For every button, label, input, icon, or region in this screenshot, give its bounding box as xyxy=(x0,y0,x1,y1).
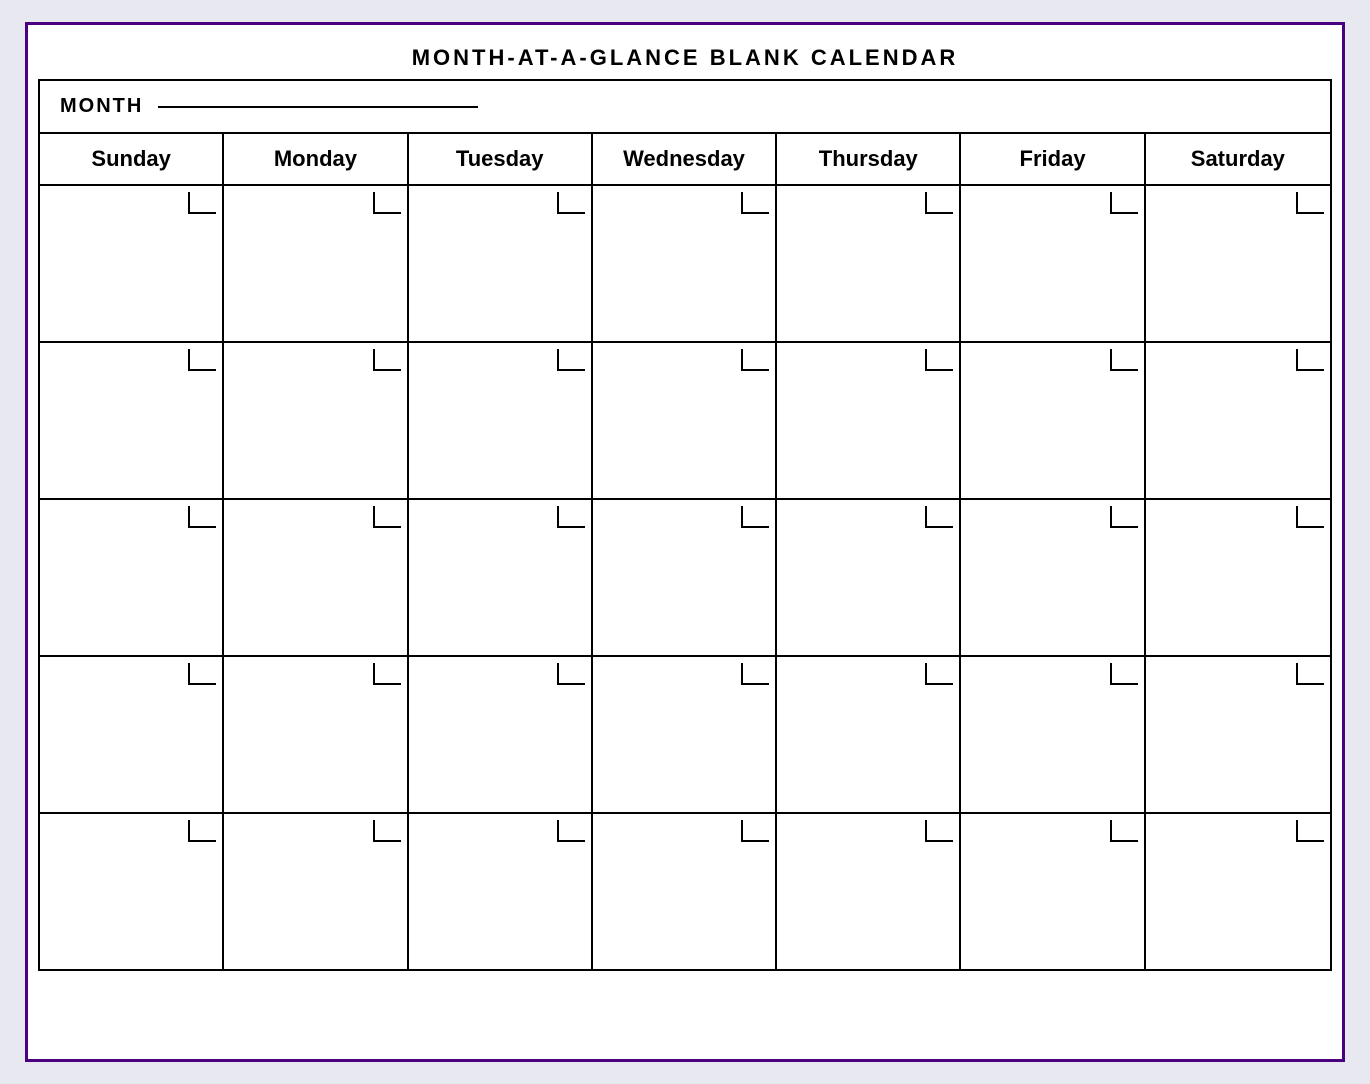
cell-3-5[interactable] xyxy=(777,500,961,655)
cell-2-6[interactable] xyxy=(961,343,1145,498)
cell-4-4[interactable] xyxy=(593,657,777,812)
date-corner xyxy=(557,506,585,528)
date-corner xyxy=(188,349,216,371)
cell-2-4[interactable] xyxy=(593,343,777,498)
calendar-row-5 xyxy=(40,814,1330,969)
date-corner xyxy=(925,192,953,214)
cell-1-2[interactable] xyxy=(224,186,408,341)
date-corner xyxy=(188,663,216,685)
calendar-row-2 xyxy=(40,343,1330,500)
date-corner xyxy=(373,506,401,528)
cell-2-3[interactable] xyxy=(409,343,593,498)
date-corner xyxy=(373,663,401,685)
cell-2-2[interactable] xyxy=(224,343,408,498)
cell-2-1[interactable] xyxy=(40,343,224,498)
date-corner xyxy=(741,820,769,842)
date-corner xyxy=(557,349,585,371)
cell-1-3[interactable] xyxy=(409,186,593,341)
date-corner xyxy=(373,349,401,371)
cell-3-4[interactable] xyxy=(593,500,777,655)
date-corner xyxy=(557,820,585,842)
date-corner xyxy=(188,820,216,842)
day-header-friday: Friday xyxy=(961,134,1145,184)
date-corner xyxy=(1296,349,1324,371)
month-header: MONTH xyxy=(40,81,1330,134)
date-corner xyxy=(741,506,769,528)
day-header-monday: Monday xyxy=(224,134,408,184)
date-corner xyxy=(1110,349,1138,371)
date-corner xyxy=(1110,506,1138,528)
cell-3-3[interactable] xyxy=(409,500,593,655)
cell-2-7[interactable] xyxy=(1146,343,1330,498)
cell-3-2[interactable] xyxy=(224,500,408,655)
date-corner xyxy=(1110,192,1138,214)
cell-5-4[interactable] xyxy=(593,814,777,969)
day-header-wednesday: Wednesday xyxy=(593,134,777,184)
month-label: MONTH xyxy=(60,95,143,118)
calendar-grid xyxy=(40,186,1330,969)
date-corner xyxy=(925,506,953,528)
cell-4-6[interactable] xyxy=(961,657,1145,812)
cell-4-2[interactable] xyxy=(224,657,408,812)
cell-3-1[interactable] xyxy=(40,500,224,655)
date-corner xyxy=(1296,663,1324,685)
cell-2-5[interactable] xyxy=(777,343,961,498)
cell-3-6[interactable] xyxy=(961,500,1145,655)
days-header: Sunday Monday Tuesday Wednesday Thursday… xyxy=(40,134,1330,186)
date-corner xyxy=(925,820,953,842)
date-corner xyxy=(557,192,585,214)
date-corner xyxy=(1110,663,1138,685)
cell-5-1[interactable] xyxy=(40,814,224,969)
cell-5-3[interactable] xyxy=(409,814,593,969)
cell-5-7[interactable] xyxy=(1146,814,1330,969)
date-corner xyxy=(1296,192,1324,214)
cell-4-7[interactable] xyxy=(1146,657,1330,812)
cell-5-6[interactable] xyxy=(961,814,1145,969)
date-corner xyxy=(741,349,769,371)
calendar-row-4 xyxy=(40,657,1330,814)
cell-3-7[interactable] xyxy=(1146,500,1330,655)
page-title: MONTH-AT-A-GLANCE BLANK CALENDAR xyxy=(38,35,1332,79)
date-corner xyxy=(188,192,216,214)
date-corner xyxy=(925,663,953,685)
day-header-sunday: Sunday xyxy=(40,134,224,184)
date-corner xyxy=(1110,820,1138,842)
cell-1-5[interactable] xyxy=(777,186,961,341)
cell-4-3[interactable] xyxy=(409,657,593,812)
date-corner xyxy=(1296,506,1324,528)
cell-1-1[interactable] xyxy=(40,186,224,341)
date-corner xyxy=(188,506,216,528)
date-corner xyxy=(1296,820,1324,842)
date-corner xyxy=(373,192,401,214)
cell-1-7[interactable] xyxy=(1146,186,1330,341)
month-line xyxy=(158,106,478,108)
calendar-row-3 xyxy=(40,500,1330,657)
cell-1-6[interactable] xyxy=(961,186,1145,341)
calendar-container: MONTH Sunday Monday Tuesday Wednesday Th… xyxy=(38,79,1332,971)
date-corner xyxy=(741,192,769,214)
cell-1-4[interactable] xyxy=(593,186,777,341)
day-header-thursday: Thursday xyxy=(777,134,961,184)
cell-4-5[interactable] xyxy=(777,657,961,812)
date-corner xyxy=(557,663,585,685)
cell-5-2[interactable] xyxy=(224,814,408,969)
day-header-tuesday: Tuesday xyxy=(409,134,593,184)
cell-5-5[interactable] xyxy=(777,814,961,969)
date-corner xyxy=(925,349,953,371)
calendar-row-1 xyxy=(40,186,1330,343)
day-header-saturday: Saturday xyxy=(1146,134,1330,184)
date-corner xyxy=(373,820,401,842)
page-wrapper: MONTH-AT-A-GLANCE BLANK CALENDAR MONTH S… xyxy=(25,22,1345,1062)
date-corner xyxy=(741,663,769,685)
cell-4-1[interactable] xyxy=(40,657,224,812)
